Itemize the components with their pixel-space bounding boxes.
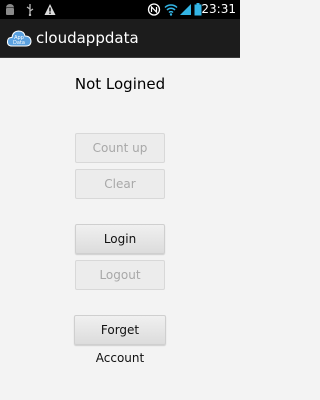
action-bar: App Data cloudappdata bbox=[0, 19, 240, 58]
app-icon-text-bottom: Data bbox=[13, 40, 25, 46]
login-status-text: Not Logined bbox=[74, 75, 166, 93]
app-cloud-icon[interactable]: App Data bbox=[6, 25, 32, 51]
count-up-button[interactable]: Count up bbox=[75, 133, 165, 163]
wifi-icon bbox=[164, 4, 178, 16]
signal-icon bbox=[180, 4, 191, 15]
forget-account-button[interactable]: Forget Account bbox=[74, 315, 166, 365]
logout-button[interactable]: Logout bbox=[75, 260, 165, 290]
android-icon bbox=[6, 4, 14, 15]
clock: 23:31 bbox=[201, 2, 236, 16]
clear-button[interactable]: Clear bbox=[75, 169, 165, 199]
nfc-icon bbox=[147, 3, 161, 16]
login-button[interactable]: Login bbox=[75, 224, 165, 254]
app-title: cloudappdata bbox=[36, 29, 139, 47]
status-bar: 23:31 bbox=[0, 0, 240, 19]
warning-icon bbox=[44, 4, 56, 15]
usb-icon bbox=[26, 4, 34, 16]
